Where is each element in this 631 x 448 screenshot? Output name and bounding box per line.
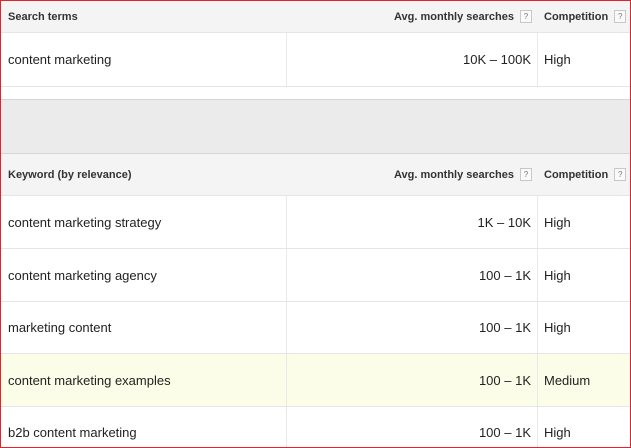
table-row[interactable]: content marketing agency 100 – 1K High	[1, 249, 630, 302]
searches-cell: 10K – 100K	[287, 33, 538, 86]
competition-cell: High	[544, 320, 571, 335]
keyword-cell: content marketing examples	[1, 354, 287, 406]
header-keyword-by-relevance[interactable]: Keyword (by relevance)	[1, 154, 287, 195]
searches-cell: 100 – 1K	[287, 407, 538, 447]
table-row[interactable]: b2b content marketing 100 – 1K High	[1, 407, 630, 447]
header-avg-monthly-searches[interactable]: Avg. monthly searches ?	[287, 1, 538, 32]
keyword-cell: marketing content	[1, 302, 287, 353]
header-search-terms[interactable]: Search terms	[1, 1, 287, 32]
searches-cell: 1K – 10K	[287, 196, 538, 248]
search-term-cell: content marketing	[1, 33, 287, 86]
header-competition[interactable]: Competition ?	[538, 154, 630, 195]
help-icon[interactable]: ?	[520, 10, 532, 23]
competition-cell: High	[544, 425, 571, 440]
section-spacer	[1, 87, 630, 99]
keyword-header: Keyword (by relevance) Avg. monthly sear…	[1, 154, 630, 196]
table-row-highlighted[interactable]: content marketing examples 100 – 1K Medi…	[1, 354, 630, 407]
header-competition[interactable]: Competition ?	[538, 1, 630, 32]
table-row[interactable]: content marketing strategy 1K – 10K High	[1, 196, 630, 249]
competition-cell: Medium	[544, 372, 591, 388]
search-terms-header: Search terms Avg. monthly searches ? Com…	[1, 1, 630, 33]
help-icon[interactable]: ?	[614, 168, 627, 181]
keyword-cell: b2b content marketing	[1, 407, 287, 447]
header-avg-monthly-searches[interactable]: Avg. monthly searches ?	[287, 154, 538, 195]
table-row[interactable]: content marketing 10K – 100K High	[1, 33, 630, 87]
table-row[interactable]: marketing content 100 – 1K High	[1, 302, 630, 354]
keyword-planner-results: Search terms Avg. monthly searches ? Com…	[0, 0, 631, 448]
searches-cell: 100 – 1K	[287, 249, 538, 301]
competition-cell: High	[544, 52, 571, 67]
searches-cell: 100 – 1K	[287, 354, 538, 406]
section-separator	[1, 99, 630, 154]
help-icon[interactable]: ?	[614, 10, 627, 23]
keyword-cell: content marketing strategy	[1, 196, 287, 248]
competition-cell: High	[544, 267, 571, 283]
keyword-cell: content marketing agency	[1, 249, 287, 301]
help-icon[interactable]: ?	[520, 168, 532, 181]
searches-cell: 100 – 1K	[287, 302, 538, 353]
competition-cell: High	[544, 214, 571, 230]
